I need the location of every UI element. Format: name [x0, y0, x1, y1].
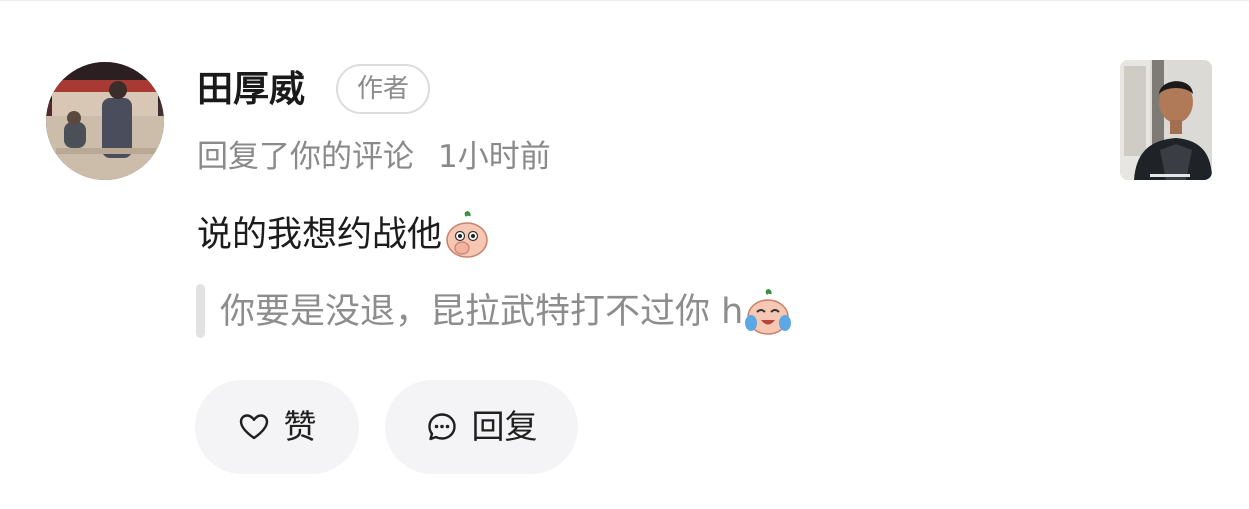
top-divider	[0, 0, 1249, 1]
heart-icon	[238, 411, 270, 443]
reply-text: 说的我想约战他	[197, 215, 443, 255]
quoted-comment[interactable]: 你要是没退，昆拉武特打不过你 h	[220, 287, 793, 337]
quote-bar	[196, 284, 205, 338]
covering-mouth-emoji-icon	[442, 210, 492, 260]
action-text: 回复了你的评论	[197, 139, 414, 175]
crying-laughing-emoji-icon	[743, 287, 793, 337]
comment-meta: 回复了你的评论 1小时前	[197, 136, 551, 178]
avatar-photo	[46, 62, 164, 180]
reply-label: 回复	[471, 407, 538, 446]
reply-button[interactable]: 回复	[385, 380, 578, 474]
thumbnail-photo	[1120, 60, 1212, 180]
author-badge: 作者	[336, 64, 430, 114]
username[interactable]: 田厚威	[197, 66, 305, 114]
like-label: 赞	[283, 407, 317, 446]
user-avatar[interactable]	[46, 62, 164, 180]
quoted-text: 你要是没退，昆拉武特打不过你 h	[220, 292, 744, 332]
post-thumbnail[interactable]	[1120, 60, 1212, 180]
like-button[interactable]: 赞	[195, 380, 359, 474]
timestamp: 1小时前	[438, 139, 551, 175]
reply-content: 说的我想约战他	[197, 210, 492, 260]
speech-bubble-icon	[426, 411, 458, 443]
